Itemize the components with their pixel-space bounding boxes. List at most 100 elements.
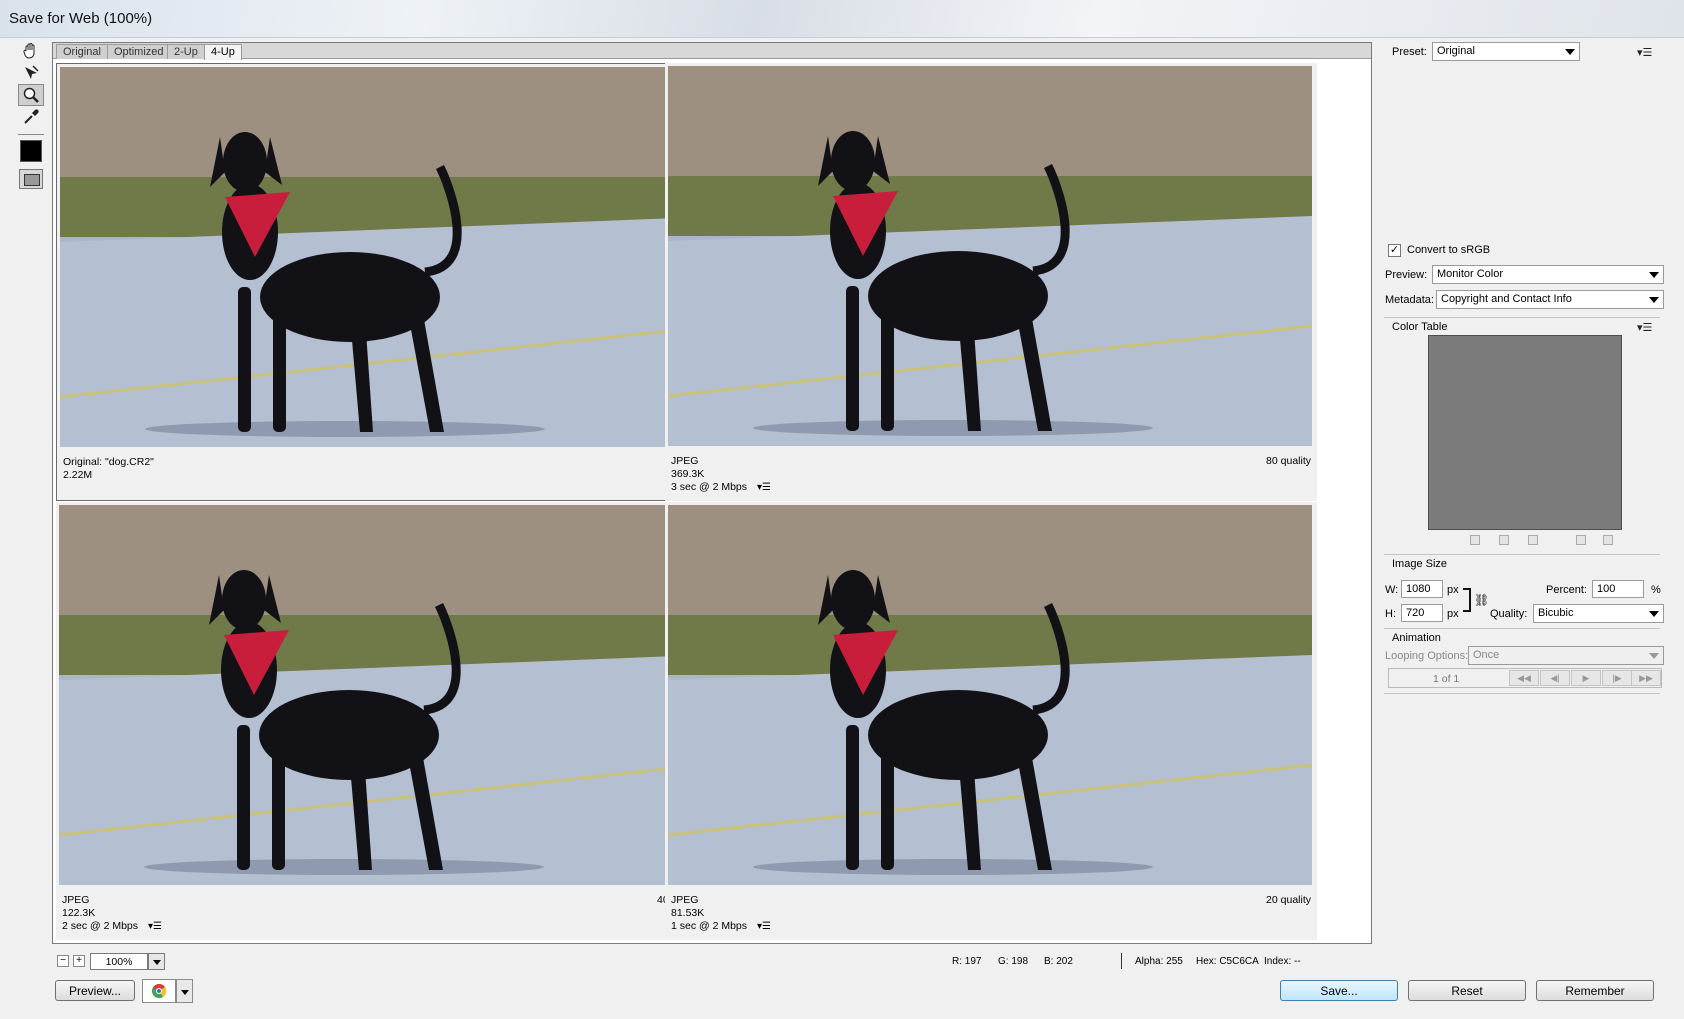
window-title: Save for Web (100%) xyxy=(9,10,153,27)
pane-download-time: 1 sec @ 2 Mbps ▾☰ xyxy=(671,920,772,932)
pane-format: Original: "dog.CR2" xyxy=(63,456,154,468)
link-icon[interactable]: ⛓ xyxy=(1474,593,1489,607)
resample-quality-select[interactable]: Bicubic xyxy=(1533,604,1664,623)
color-table xyxy=(1428,335,1622,530)
map-color-icon[interactable] xyxy=(1470,535,1480,545)
view-tabs: Original Optimized 2-Up 4-Up xyxy=(53,43,1371,60)
zoom-out-button[interactable]: − xyxy=(57,955,69,967)
zoom-in-button[interactable]: + xyxy=(73,955,85,967)
eyedropper-color-swatch[interactable] xyxy=(20,140,42,162)
percent-unit: % xyxy=(1651,584,1661,596)
chevron-down-icon xyxy=(1649,297,1659,303)
preview-pane-jpeg-20[interactable]: JPEG 81.53K 1 sec @ 2 Mbps ▾☰ 20 quality xyxy=(665,502,1317,940)
color-table-divider xyxy=(1384,317,1660,318)
zoom-tool-icon[interactable] xyxy=(18,84,44,106)
preview-button[interactable]: Preview... xyxy=(55,980,135,1001)
panel-bottom-divider xyxy=(1384,693,1660,694)
pane-filesize: 81.53K xyxy=(671,907,705,919)
tab-4-up[interactable]: 4-Up xyxy=(204,44,242,60)
pane-filesize: 2.22M xyxy=(63,469,93,481)
pane-menu-icon[interactable]: ▾☰ xyxy=(757,482,771,493)
readout-red: R: 197 xyxy=(952,956,982,967)
convert-srgb-checkbox[interactable]: ✓ xyxy=(1388,244,1401,257)
browser-icon xyxy=(152,984,167,999)
width-label: W: xyxy=(1385,584,1399,596)
image-size-label: Image Size xyxy=(1392,558,1448,570)
title-bar: Save for Web (100%) xyxy=(0,0,1684,38)
new-color-icon[interactable] xyxy=(1576,535,1586,545)
convert-srgb-label: Convert to sRGB xyxy=(1407,244,1491,256)
pane-filesize: 369.3K xyxy=(671,468,705,480)
pane-info: Original: "dog.CR2" 2.22M xyxy=(63,456,154,482)
color-table-menu-icon[interactable]: ▾☰ xyxy=(1637,321,1652,334)
preset-select[interactable]: Original xyxy=(1432,42,1580,61)
chevron-down-icon xyxy=(1649,272,1659,278)
chevron-down-icon xyxy=(1649,611,1659,617)
zoom-level-input[interactable]: 100% xyxy=(90,953,148,970)
play-icon[interactable]: ▶ xyxy=(1571,670,1601,686)
percent-input[interactable]: 100 xyxy=(1592,580,1644,598)
preview-in-browser-button[interactable] xyxy=(142,979,176,1003)
tab-original[interactable]: Original xyxy=(56,44,108,59)
pane-format: JPEG xyxy=(671,894,699,906)
next-frame-icon[interactable]: |▶ xyxy=(1602,670,1632,686)
first-frame-icon[interactable]: ◀◀ xyxy=(1509,670,1539,686)
pane-format: JPEG xyxy=(62,894,90,906)
dog-photo-image xyxy=(60,67,704,447)
preset-label: Preset: xyxy=(1392,46,1427,58)
hand-tool-icon[interactable] xyxy=(18,40,44,62)
eyedropper-tool-icon[interactable] xyxy=(18,106,44,128)
width-unit: px xyxy=(1447,584,1459,596)
chevron-down-icon xyxy=(1649,653,1659,659)
delete-color-icon[interactable] xyxy=(1603,535,1613,545)
preview-pane-jpeg-40[interactable]: JPEG 122.3K 2 sec @ 2 Mbps▾☰ 40 quality xyxy=(56,502,708,940)
tab-2-up[interactable]: 2-Up xyxy=(167,44,205,59)
looping-options-label: Looping Options: xyxy=(1385,650,1469,662)
pane-quality: 80 quality xyxy=(1266,455,1311,467)
slice-select-tool-icon[interactable] xyxy=(18,62,44,84)
optimize-menu-icon[interactable]: ▾☰ xyxy=(1637,46,1652,59)
tools-separator xyxy=(18,134,44,135)
readout-alpha: Alpha: 255 xyxy=(1135,956,1183,967)
width-input[interactable]: 1080 xyxy=(1401,580,1443,598)
pane-info: JPEG 81.53K 1 sec @ 2 Mbps ▾☰ xyxy=(671,894,771,933)
toggle-slices-visibility-icon[interactable] xyxy=(19,169,43,189)
height-input[interactable]: 720 xyxy=(1401,604,1443,622)
height-label: H: xyxy=(1385,608,1396,620)
metadata-label: Metadata: xyxy=(1385,294,1434,306)
pane-info: JPEG 369.3K 3 sec @ 2 Mbps ▾☰ xyxy=(671,455,771,494)
preview-pane-original[interactable]: Original: "dog.CR2" 2.22M xyxy=(56,63,708,501)
dog-photo-image xyxy=(668,505,1312,885)
metadata-select[interactable]: Copyright and Contact Info xyxy=(1436,290,1664,309)
save-button[interactable]: Save... xyxy=(1280,980,1398,1001)
tab-optimized[interactable]: Optimized xyxy=(107,44,171,59)
pane-menu-icon[interactable]: ▾☰ xyxy=(757,921,771,932)
resample-quality-label: Quality: xyxy=(1490,608,1528,620)
web-shift-icon[interactable] xyxy=(1499,535,1509,545)
zoom-level-dropdown[interactable] xyxy=(148,953,165,970)
previous-frame-icon[interactable]: ◀| xyxy=(1540,670,1570,686)
image-view-area: Original Optimized 2-Up 4-Up Original: "… xyxy=(52,42,1372,944)
pane-info: JPEG 122.3K 2 sec @ 2 Mbps ▾☰ xyxy=(62,894,162,933)
pane-format: JPEG xyxy=(671,455,699,467)
pane-quality: 20 quality xyxy=(1266,894,1311,906)
lock-color-icon[interactable] xyxy=(1528,535,1538,545)
preview-color-select[interactable]: Monitor Color xyxy=(1432,265,1664,284)
animation-divider xyxy=(1384,628,1660,629)
preview-pane-jpeg-80[interactable]: JPEG 369.3K 3 sec @ 2 Mbps ▾☰ 80 quality xyxy=(665,63,1317,501)
readout-index: Index: -- xyxy=(1264,956,1301,967)
looping-options-select[interactable]: Once xyxy=(1468,646,1664,665)
pane-menu-icon[interactable]: ▾☰ xyxy=(148,921,162,932)
constrain-bracket xyxy=(1463,588,1471,612)
pane-filesize: 122.3K xyxy=(62,907,96,919)
animation-label: Animation xyxy=(1392,632,1441,644)
readout-blue: B: 202 xyxy=(1044,956,1073,967)
reset-button[interactable]: Reset xyxy=(1408,980,1526,1001)
color-table-label: Color Table xyxy=(1392,321,1448,333)
last-frame-icon[interactable]: ▶▶ xyxy=(1631,670,1661,686)
browser-select-dropdown[interactable] xyxy=(176,979,193,1003)
remember-button[interactable]: Remember xyxy=(1536,980,1654,1001)
status-divider xyxy=(1121,953,1122,969)
status-bar: − + 100% R: 197 G: 198 B: 202 Alpha: 255… xyxy=(52,951,1372,971)
dog-photo-image xyxy=(59,505,703,885)
